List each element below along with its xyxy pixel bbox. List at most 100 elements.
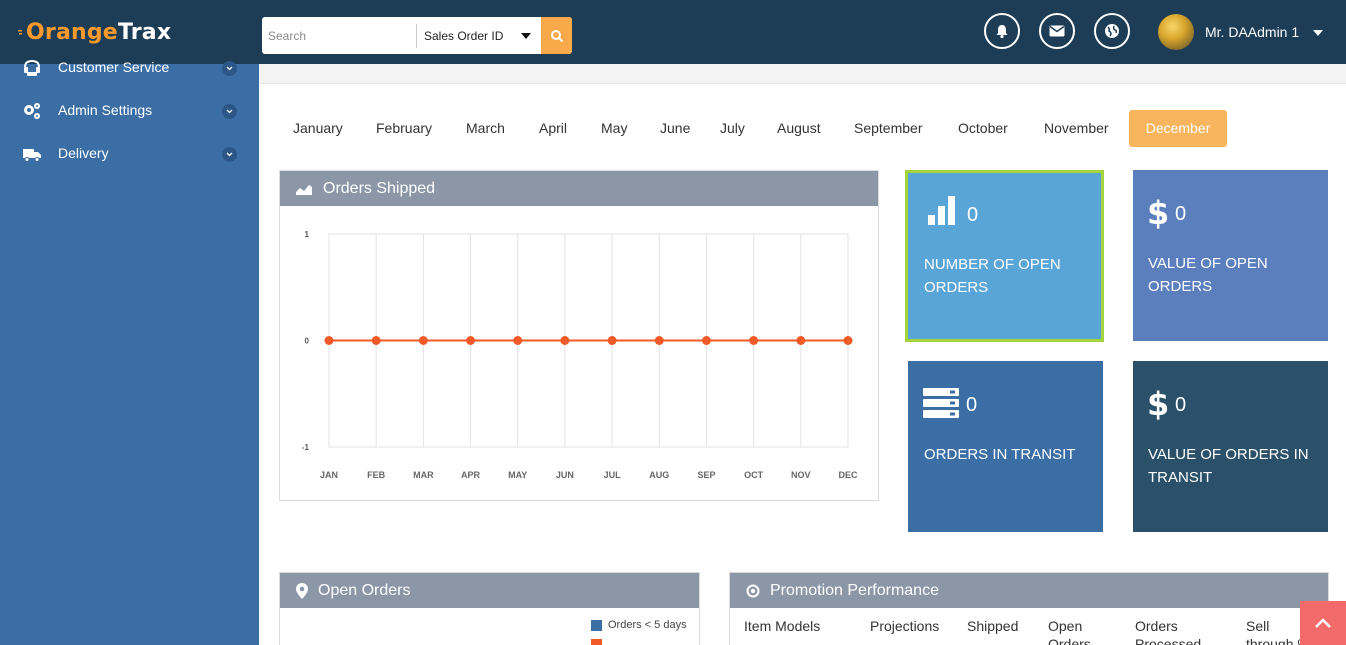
y-tick-label: -1 <box>302 443 310 452</box>
caret-down-icon <box>521 33 531 39</box>
orders-shipped-chart: 1 0 -1 JAN FEB MAR APR MAY JUN JUL AUG SEP OCT NOV DEC <box>302 230 858 480</box>
kpi-open-orders-value: 0 <box>967 204 979 226</box>
sidebar-item-label: Customer Service <box>58 59 170 75</box>
logo-text: OrangeTrax <box>26 19 172 45</box>
column-header-open-orders-line2: Orders <box>1048 636 1091 645</box>
orangetrax-logo[interactable]: OrangeTrax <box>18 17 171 47</box>
user-avatar[interactable] <box>1158 14 1194 50</box>
user-menu-caret-icon[interactable] <box>1313 30 1323 36</box>
sidebar-item-admin-settings[interactable]: Admin Settings <box>0 93 259 129</box>
data-point <box>843 336 853 345</box>
data-point <box>701 336 711 345</box>
data-point <box>560 336 570 345</box>
area-chart-icon <box>296 184 312 195</box>
open-orders-header: Open Orders <box>280 573 699 608</box>
tab-may[interactable]: May <box>587 110 641 147</box>
kpi-open-orders-label-line1: NUMBER OF OPEN <box>924 256 1061 273</box>
x-tick-label: JAN <box>320 470 338 480</box>
x-tick-label: OCT <box>744 470 764 480</box>
bullseye-icon <box>746 584 760 597</box>
kpi-open-orders-tile[interactable]: 0 NUMBER OF OPEN ORDERS <box>905 170 1104 342</box>
search-button[interactable] <box>541 17 572 54</box>
sidebar-item-delivery[interactable]: Delivery <box>0 136 259 172</box>
column-header-projections[interactable]: Projections <box>870 618 939 634</box>
kpi-open-orders-label-line2: ORDERS <box>924 279 989 296</box>
data-point <box>371 336 381 345</box>
x-tick-label: NOV <box>791 470 811 480</box>
kpi-transit-tile[interactable]: 0 ORDERS IN TRANSIT <box>908 361 1103 532</box>
kpi-transit-value-value: 0 <box>1175 394 1187 416</box>
envelope-icon <box>1049 25 1065 37</box>
kpi-open-value-label-line1: VALUE OF OPEN <box>1148 255 1268 272</box>
y-tick-label: 1 <box>305 230 310 239</box>
sidebar-item-customer-service[interactable]: Customer Service <box>0 50 259 86</box>
gears-icon <box>24 103 40 119</box>
open-orders-legend-item: Orders < 5 days <box>591 619 687 631</box>
column-header-orders-processed[interactable]: Orders <box>1135 618 1178 634</box>
x-tick-label: MAY <box>508 470 527 480</box>
search-bar: Sales Order ID <box>262 17 572 54</box>
column-header-open-orders[interactable]: Open <box>1048 618 1082 634</box>
x-tick-label: MAR <box>413 470 434 480</box>
notifications-button[interactable] <box>984 13 1020 49</box>
tab-february[interactable]: February <box>362 110 446 147</box>
chevron-down-icon[interactable] <box>222 104 237 119</box>
sidebar-item-label: Admin Settings <box>58 102 153 118</box>
content-top-strip <box>259 64 1346 84</box>
tab-november[interactable]: November <box>1030 110 1123 147</box>
messages-button[interactable] <box>1039 13 1075 49</box>
column-header-shipped[interactable]: Shipped <box>967 618 1018 634</box>
search-filter-select[interactable]: Sales Order ID <box>417 17 541 54</box>
kpi-transit-value-tile[interactable]: $ 0 VALUE OF ORDERS IN TRANSIT <box>1133 361 1328 532</box>
orders-shipped-title: Orders Shipped <box>323 179 436 197</box>
sidebar: Customer Service Admin Settings Delivery <box>0 59 259 645</box>
legend-swatch-2 <box>591 639 602 645</box>
tab-april[interactable]: April <box>525 110 581 147</box>
search-filter-value: Sales Order ID <box>424 28 504 43</box>
tab-march[interactable]: March <box>452 110 519 147</box>
scroll-to-top-button[interactable] <box>1300 601 1346 645</box>
promotion-performance-header: Promotion Performance <box>730 573 1328 608</box>
chevron-down-icon[interactable] <box>222 147 237 162</box>
x-tick-label: FEB <box>367 470 386 480</box>
column-header-item-models[interactable]: Item Models <box>744 618 820 634</box>
bar-chart-icon <box>928 196 955 225</box>
tab-december[interactable]: December <box>1129 110 1227 147</box>
tab-july[interactable]: July <box>706 110 759 147</box>
y-tick-label: 0 <box>305 337 310 346</box>
column-header-sell-through[interactable]: Sell <box>1246 618 1269 634</box>
column-header-orders-processed-line2: Processed <box>1135 636 1202 645</box>
sidebar-item-label: Delivery <box>58 145 109 161</box>
chevron-down-icon[interactable] <box>222 61 237 76</box>
tab-january[interactable]: January <box>279 110 357 147</box>
kpi-open-value-label-line2: ORDERS <box>1148 278 1213 295</box>
x-tick-label: SEP <box>697 470 715 480</box>
kpi-transit-value-label-line1: VALUE OF ORDERS IN <box>1148 446 1309 463</box>
tab-october[interactable]: October <box>944 110 1022 147</box>
tab-august[interactable]: August <box>763 110 835 147</box>
orders-shipped-panel: Orders Shipped 1 0 -1 JAN FEB MAR APR MAY JUN JUL… <box>279 170 879 501</box>
data-point <box>418 336 428 345</box>
headset-icon <box>24 59 40 76</box>
data-point <box>513 336 523 345</box>
data-point <box>607 336 617 345</box>
tab-june[interactable]: June <box>646 110 704 147</box>
data-point <box>749 336 759 345</box>
x-tick-label: JUL <box>604 470 622 480</box>
server-icon <box>923 388 959 418</box>
tab-september[interactable]: September <box>840 110 936 147</box>
data-point <box>466 336 476 345</box>
search-input[interactable] <box>262 17 416 54</box>
open-orders-panel: Open Orders Orders < 5 days <box>279 572 700 645</box>
kpi-transit-value-label-line2: TRANSIT <box>1148 469 1213 486</box>
orders-shipped-header: Orders Shipped <box>280 171 878 206</box>
map-marker-icon <box>296 582 308 599</box>
bell-icon <box>996 25 1008 39</box>
search-icon <box>550 29 563 42</box>
user-name[interactable]: Mr. DAAdmin 1 <box>1205 24 1299 40</box>
kpi-open-value-tile[interactable]: $ 0 VALUE OF OPEN ORDERS <box>1133 170 1328 341</box>
legend-swatch <box>591 619 602 631</box>
language-button[interactable] <box>1094 13 1130 49</box>
kpi-transit-value: 0 <box>966 394 978 416</box>
x-tick-label: APR <box>461 470 481 480</box>
